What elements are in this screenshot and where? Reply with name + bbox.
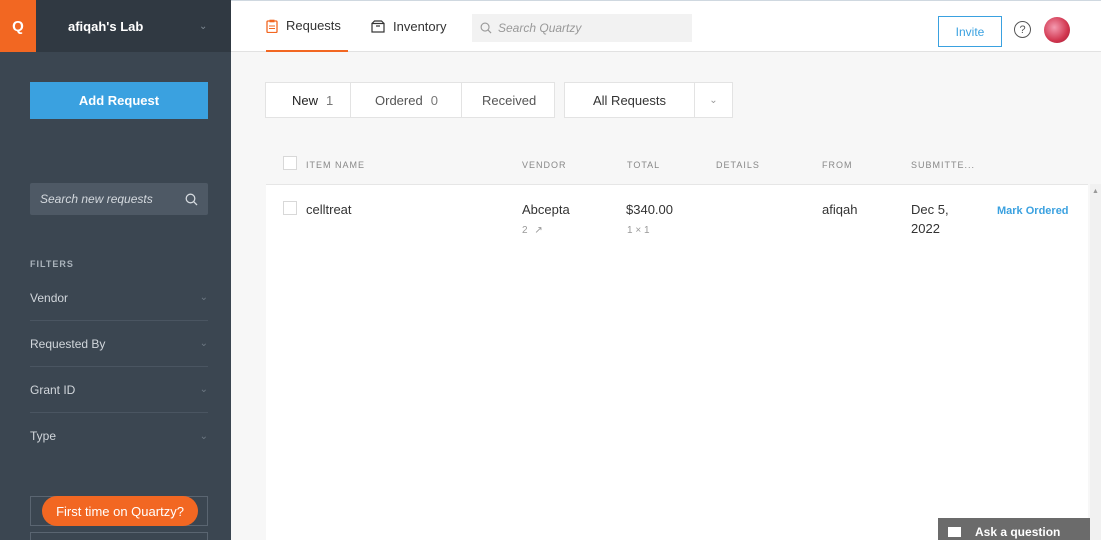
filter-requested-by[interactable]: Requested By ⌄ — [30, 321, 208, 367]
vendor-links[interactable]: 2 ↗ — [522, 225, 543, 236]
chevron-down-icon: ⌄ — [199, 292, 208, 303]
tab-label: Received — [482, 92, 537, 108]
search-icon[interactable] — [185, 193, 198, 206]
search-placeholder: Search Quartzy — [498, 21, 582, 35]
total-price: $340.00 — [626, 202, 673, 217]
vendor-link-count: 2 — [522, 225, 528, 236]
chevron-down-icon: ⌄ — [199, 338, 208, 349]
tab-new[interactable]: New 1 — [265, 82, 351, 118]
filter-grant-id[interactable]: Grant ID ⌄ — [30, 367, 208, 413]
column-from[interactable]: FROM — [822, 160, 853, 170]
filter-label: Vendor — [30, 290, 69, 305]
status-tabs: New 1 Ordered 0 Received — [265, 82, 555, 118]
envelope-icon — [948, 527, 961, 537]
column-item-name[interactable]: ITEM NAME — [306, 160, 365, 170]
filter-vendor[interactable]: Vendor ⌄ — [30, 275, 208, 321]
box-icon — [371, 20, 385, 33]
tab-requests[interactable]: Requests — [266, 1, 348, 52]
chevron-down-icon: ⌄ — [199, 384, 208, 395]
search-placeholder: Search new requests — [40, 192, 153, 206]
date-line: Dec 5, — [911, 202, 949, 217]
lab-name[interactable]: afiqah's Lab — [68, 19, 199, 34]
ask-label: Ask a question — [975, 525, 1061, 539]
quantity: 1 × 1 — [627, 225, 650, 236]
tab-ordered[interactable]: Ordered 0 — [351, 82, 462, 118]
avatar[interactable] — [1044, 17, 1070, 43]
invite-button[interactable]: Invite — [938, 16, 1002, 47]
select-all-checkbox[interactable] — [283, 156, 297, 170]
chevron-down-icon: ⌄ — [199, 430, 208, 442]
search-quartzy-input[interactable]: Search Quartzy — [472, 14, 692, 42]
quartzy-logo[interactable]: Q — [0, 0, 36, 52]
item-name[interactable]: celltreat — [306, 202, 352, 217]
dropdown-label: All Requests — [565, 83, 695, 117]
scrollbar[interactable]: ▲ — [1090, 184, 1101, 540]
tab-inventory[interactable]: Inventory — [371, 1, 446, 52]
first-time-button[interactable]: First time on Quartzy? — [42, 496, 198, 526]
filters-heading: FILTERS — [30, 259, 74, 269]
filter-label: Grant ID — [30, 382, 76, 397]
tab-count: 1 — [326, 92, 334, 108]
sidebar: Q afiqah's Lab ⌄ Add Request Search new … — [0, 0, 231, 540]
top-navigation: Requests Inventory Search Quartzy Invite… — [231, 0, 1101, 52]
requested-by: afiqah — [822, 202, 858, 217]
tab-received[interactable]: Received — [462, 82, 555, 118]
filter-label: Requested By — [30, 336, 106, 351]
search-icon — [480, 22, 492, 34]
tab-label: Ordered — [375, 92, 423, 108]
submitted-date: Dec 5, 2022 — [911, 202, 949, 236]
search-new-requests-input[interactable]: Search new requests — [30, 183, 208, 215]
help-icon[interactable]: ? — [1014, 21, 1031, 38]
tab-label: Requests — [286, 18, 341, 33]
tab-label: Inventory — [393, 19, 447, 34]
ask-question-button[interactable]: Ask a question — [938, 518, 1090, 540]
vendor-name: Abcepta — [522, 202, 570, 217]
column-vendor[interactable]: VENDOR — [522, 160, 567, 170]
onboarding-box-secondary — [30, 532, 208, 540]
chevron-down-icon[interactable]: ⌄ — [695, 95, 732, 106]
tab-count: 0 — [430, 92, 438, 108]
external-link-icon[interactable]: ↗ — [534, 225, 542, 236]
column-total[interactable]: TOTAL — [627, 160, 660, 170]
year-line: 2022 — [911, 221, 940, 236]
column-details[interactable]: DETAILS — [716, 160, 760, 170]
scroll-up-icon[interactable]: ▲ — [1090, 188, 1101, 195]
table-body: celltreat Abcepta 2 ↗ $340.00 1 × 1 afiq… — [266, 184, 1088, 540]
filter-type[interactable]: Type ⌄ — [30, 413, 208, 459]
filter-label: Type — [30, 429, 57, 443]
lab-switcher[interactable]: Q afiqah's Lab ⌄ — [0, 0, 231, 52]
mark-ordered-button[interactable]: Mark Ordered — [997, 205, 1069, 217]
tab-label: New — [292, 92, 319, 108]
table-header: ITEM NAME VENDOR TOTAL DETAILS FROM SUBM… — [266, 150, 1088, 182]
column-submitted[interactable]: SUBMITTE... — [911, 160, 975, 170]
clipboard-icon — [266, 19, 278, 33]
chevron-down-icon[interactable]: ⌄ — [199, 21, 209, 32]
add-request-button[interactable]: Add Request — [30, 82, 208, 119]
all-requests-dropdown[interactable]: All Requests ⌄ — [564, 82, 733, 118]
row-checkbox[interactable] — [283, 201, 297, 215]
